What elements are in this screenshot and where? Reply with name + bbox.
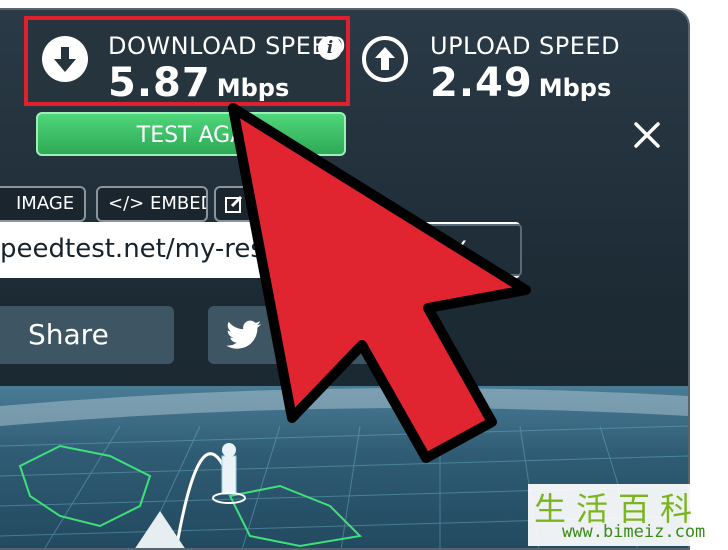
upload-speed-value: 2.49 Mbps <box>430 60 611 106</box>
facebook-share-button[interactable]: Share <box>0 306 174 364</box>
twitter-share-button[interactable] <box>208 306 408 364</box>
download-arrow-icon <box>42 36 88 82</box>
download-speed-number: 5.87 <box>108 60 211 106</box>
watermark-url: www.bimeiz.com <box>562 522 706 542</box>
result-url-text: peedtest.net/my-resu <box>0 234 281 264</box>
download-speed-value: 5.87 Mbps <box>108 60 289 106</box>
edit-icon <box>225 195 243 213</box>
upload-speed-number: 2.49 <box>430 60 533 106</box>
upload-arrow-icon <box>362 36 408 82</box>
upload-speed-unit: Mbps <box>538 74 612 102</box>
close-icon[interactable] <box>630 118 664 152</box>
twitter-icon <box>226 320 261 349</box>
speedtest-panel: DOWNLOAD SPEED 5.87 Mbps i UPLOAD SPEED 2… <box>0 8 690 550</box>
watermark: 生活百科 www.bimeiz.com <box>528 484 728 546</box>
download-speed-label: DOWNLOAD SPEED <box>108 32 347 60</box>
tab-image[interactable]: IMAGE <box>0 186 86 222</box>
copy-button[interactable]: RY <box>380 224 522 276</box>
download-speed-unit: Mbps <box>216 74 290 102</box>
download-speed-box: DOWNLOAD SPEED 5.87 Mbps i <box>24 16 350 106</box>
upload-speed-label: UPLOAD SPEED <box>430 32 621 60</box>
info-icon[interactable]: i <box>318 36 342 60</box>
upload-speed-box: UPLOAD SPEED 2.49 Mbps <box>358 16 668 106</box>
tab-forum[interactable] <box>214 186 254 222</box>
tab-embed[interactable]: </> EMBED <box>96 186 208 222</box>
test-again-button[interactable]: TEST AGA <box>36 112 346 156</box>
